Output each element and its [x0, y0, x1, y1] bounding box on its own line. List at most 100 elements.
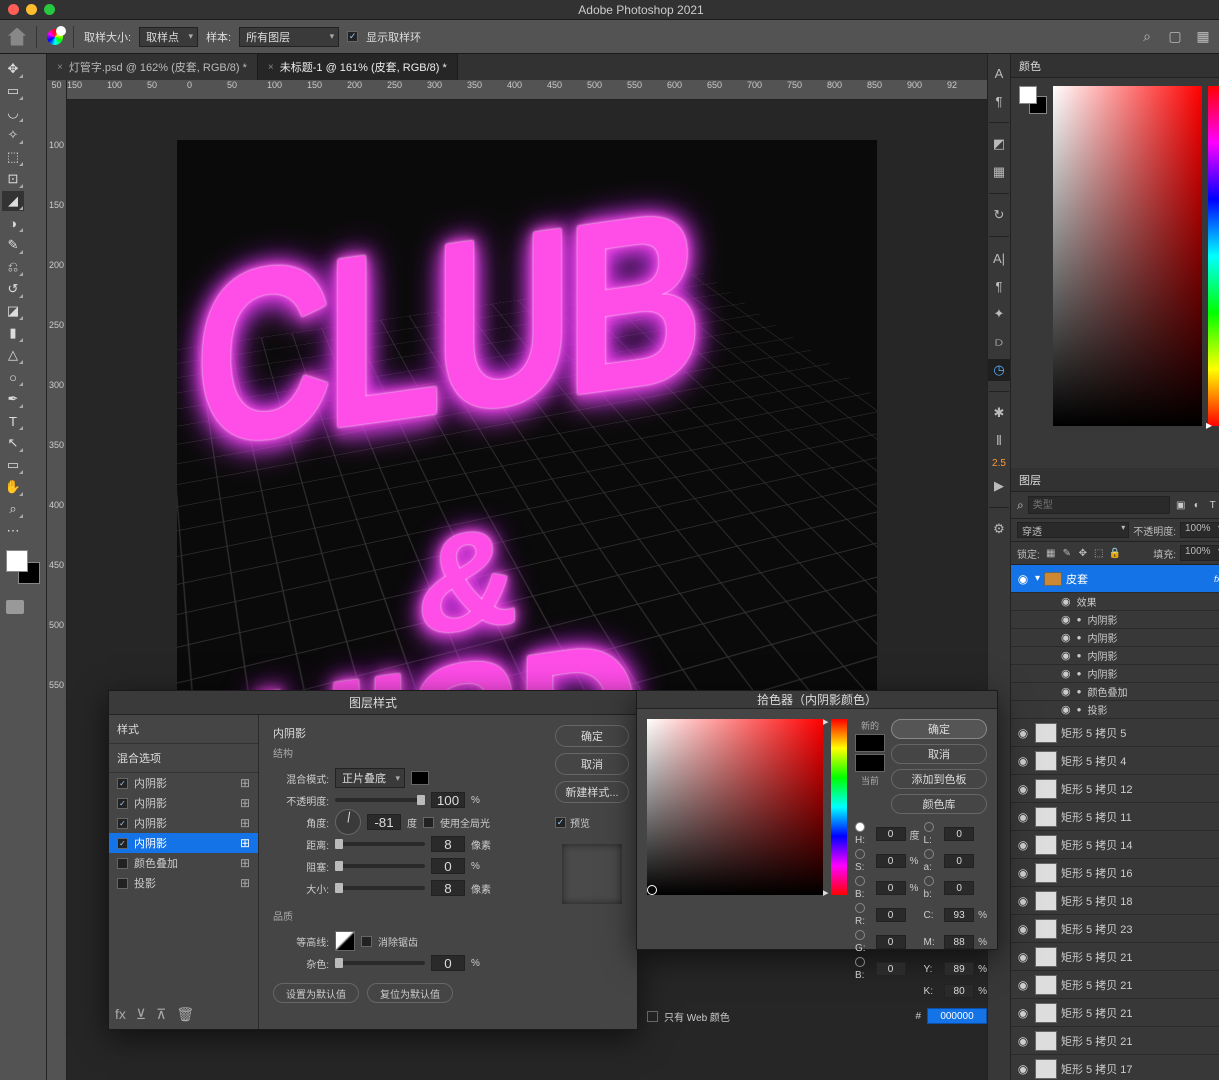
- blend-mode-combo[interactable]: 正片叠底: [335, 768, 405, 788]
- color-panel-header[interactable]: 颜色: [1011, 54, 1219, 78]
- share-icon[interactable]: ▢: [1167, 29, 1183, 45]
- visibility-icon[interactable]: ◉: [1015, 754, 1031, 768]
- effect-item[interactable]: ✓内阴影⊞: [109, 813, 258, 833]
- wand-tool[interactable]: ✧: [2, 125, 24, 145]
- paragraph-panel-icon[interactable]: ¶: [988, 90, 1010, 112]
- frame-tool[interactable]: ⊡: [2, 169, 24, 189]
- effect-item[interactable]: ✓内阴影⊞: [109, 793, 258, 813]
- stamp-tool[interactable]: ⎌: [2, 257, 24, 277]
- r-radio[interactable]: [855, 903, 865, 913]
- effect-item[interactable]: 颜色叠加⊞: [109, 853, 258, 873]
- visibility-icon[interactable]: ◉: [1015, 782, 1031, 796]
- lab-b-input[interactable]: [944, 881, 974, 895]
- ok-button[interactable]: 确定: [555, 725, 629, 747]
- effect-row[interactable]: ◉●内阴影: [1011, 665, 1219, 683]
- visibility-icon[interactable]: ◉: [1015, 838, 1031, 852]
- contour-picker[interactable]: [335, 931, 355, 951]
- layer-row[interactable]: ◉矩形 5 拷贝 21: [1011, 943, 1219, 971]
- cancel-button[interactable]: 取消: [891, 744, 987, 764]
- layer-row[interactable]: ◉▾皮套fxˇ: [1011, 565, 1219, 593]
- sample-size-combo[interactable]: 取样点: [139, 27, 198, 47]
- brush-tool[interactable]: ✎: [2, 235, 24, 255]
- adjustments-icon[interactable]: ⚙: [988, 518, 1010, 540]
- character-panel-icon[interactable]: A: [988, 62, 1010, 84]
- crop-tool[interactable]: ⬚: [2, 147, 24, 167]
- hand-tool[interactable]: ✋: [2, 477, 24, 497]
- distance-input[interactable]: [431, 836, 465, 852]
- document-tab[interactable]: ×灯管字.psd @ 162% (皮套, RGB/8) *: [47, 54, 258, 80]
- color-libraries-button[interactable]: 颜色库: [891, 794, 987, 814]
- zoom-tool[interactable]: ⌕: [2, 499, 24, 519]
- gradients-panel-icon[interactable]: ▦: [988, 161, 1010, 183]
- visibility-icon[interactable]: ◉: [1015, 1062, 1031, 1076]
- effect-row[interactable]: ◉●内阴影: [1011, 629, 1219, 647]
- blend-options-header[interactable]: 混合选项: [109, 744, 258, 773]
- new-style-button[interactable]: 新建样式...: [555, 781, 629, 803]
- star-icon[interactable]: ✱: [988, 402, 1010, 424]
- eraser-tool[interactable]: ◪: [2, 301, 24, 321]
- blue-input[interactable]: [876, 962, 906, 976]
- eyedropper-tool[interactable]: ◢: [2, 191, 24, 211]
- spot-tool[interactable]: ◑: [2, 213, 24, 233]
- antialias-checkbox[interactable]: [361, 936, 372, 947]
- close-tab-icon[interactable]: ×: [57, 62, 63, 73]
- home-icon[interactable]: [8, 28, 26, 46]
- gradient-tool[interactable]: ▮: [2, 323, 24, 343]
- effect-row[interactable]: ◉●内阴影: [1011, 611, 1219, 629]
- effect-item[interactable]: ✓内阴影⊞: [109, 833, 258, 853]
- angle-input[interactable]: [367, 814, 401, 830]
- close-icon[interactable]: [8, 4, 19, 15]
- vertical-ruler[interactable]: 50100150200250300350400450500550: [47, 80, 67, 1080]
- hue-slider[interactable]: [831, 719, 847, 895]
- path-tool[interactable]: ↖: [2, 433, 24, 453]
- blur-tool[interactable]: △: [2, 345, 24, 365]
- horizontal-ruler[interactable]: 1501005005010015020025030035040045050055…: [67, 80, 987, 100]
- y-input[interactable]: [944, 962, 974, 976]
- l-input[interactable]: [944, 827, 974, 841]
- saturation-field[interactable]: [647, 719, 823, 895]
- align-icon[interactable]: A|: [988, 247, 1010, 269]
- layer-row[interactable]: ◉矩形 5 拷贝 5: [1011, 719, 1219, 747]
- preview-checkbox[interactable]: ✓: [555, 817, 566, 828]
- b-input[interactable]: [876, 881, 906, 895]
- effect-item[interactable]: 投影⊞: [109, 873, 258, 893]
- color-swatches[interactable]: [6, 550, 40, 584]
- history-brush-tool[interactable]: ↺: [2, 279, 24, 299]
- blend-mode-combo[interactable]: 穿透: [1017, 522, 1129, 538]
- choke-input[interactable]: [431, 858, 465, 874]
- layer-row[interactable]: ◉矩形 5 拷贝 17: [1011, 1055, 1219, 1080]
- size-slider[interactable]: [335, 886, 425, 890]
- opacity-slider[interactable]: [335, 798, 425, 802]
- web-colors-checkbox[interactable]: [647, 1011, 658, 1022]
- pen-tool[interactable]: ✒: [2, 389, 24, 409]
- effect-row[interactable]: ◉●投影: [1011, 701, 1219, 719]
- visibility-icon[interactable]: ◉: [1015, 572, 1031, 586]
- ok-button[interactable]: 确定: [891, 719, 987, 739]
- fx-icon[interactable]: fx: [115, 1006, 126, 1023]
- layers-panel-header[interactable]: 图层: [1011, 468, 1219, 492]
- s-radio[interactable]: [855, 849, 865, 859]
- s-input[interactable]: [876, 854, 906, 868]
- down-icon[interactable]: ⊻: [136, 1006, 146, 1023]
- layer-row[interactable]: ◉矩形 5 拷贝 21: [1011, 999, 1219, 1027]
- angle-dial[interactable]: [335, 809, 361, 835]
- l-radio[interactable]: [924, 822, 934, 832]
- move-tool[interactable]: ✥: [2, 59, 24, 79]
- visibility-icon[interactable]: ◉: [1015, 1034, 1031, 1048]
- workspace-switcher-icon[interactable]: ▦: [1195, 29, 1211, 45]
- visibility-icon[interactable]: ◉: [1015, 950, 1031, 964]
- mini-swatch[interactable]: [1019, 86, 1047, 114]
- search-icon[interactable]: ⌕: [1017, 498, 1024, 513]
- visibility-icon[interactable]: ◉: [1015, 922, 1031, 936]
- marquee-tool[interactable]: ▭: [2, 81, 24, 101]
- k-input[interactable]: [944, 984, 974, 998]
- effect-row[interactable]: ◉●颜色叠加: [1011, 683, 1219, 701]
- minimize-icon[interactable]: [26, 4, 37, 15]
- saturation-picker[interactable]: [1053, 86, 1202, 426]
- visibility-icon[interactable]: ◉: [1015, 726, 1031, 740]
- layer-row[interactable]: ◉矩形 5 拷贝 21: [1011, 971, 1219, 999]
- layer-row[interactable]: ◉矩形 5 拷贝 4: [1011, 747, 1219, 775]
- m-input[interactable]: [944, 935, 974, 949]
- layers-list[interactable]: ◉▾皮套fxˇ◉效果◉●内阴影◉●内阴影◉●内阴影◉●内阴影◉●颜色叠加◉●投影…: [1011, 565, 1219, 1080]
- color-picker-dialog[interactable]: 拾色器（内阴影颜色） 新的 当前 确定 取消 添加到色板 颜色库: [636, 690, 998, 950]
